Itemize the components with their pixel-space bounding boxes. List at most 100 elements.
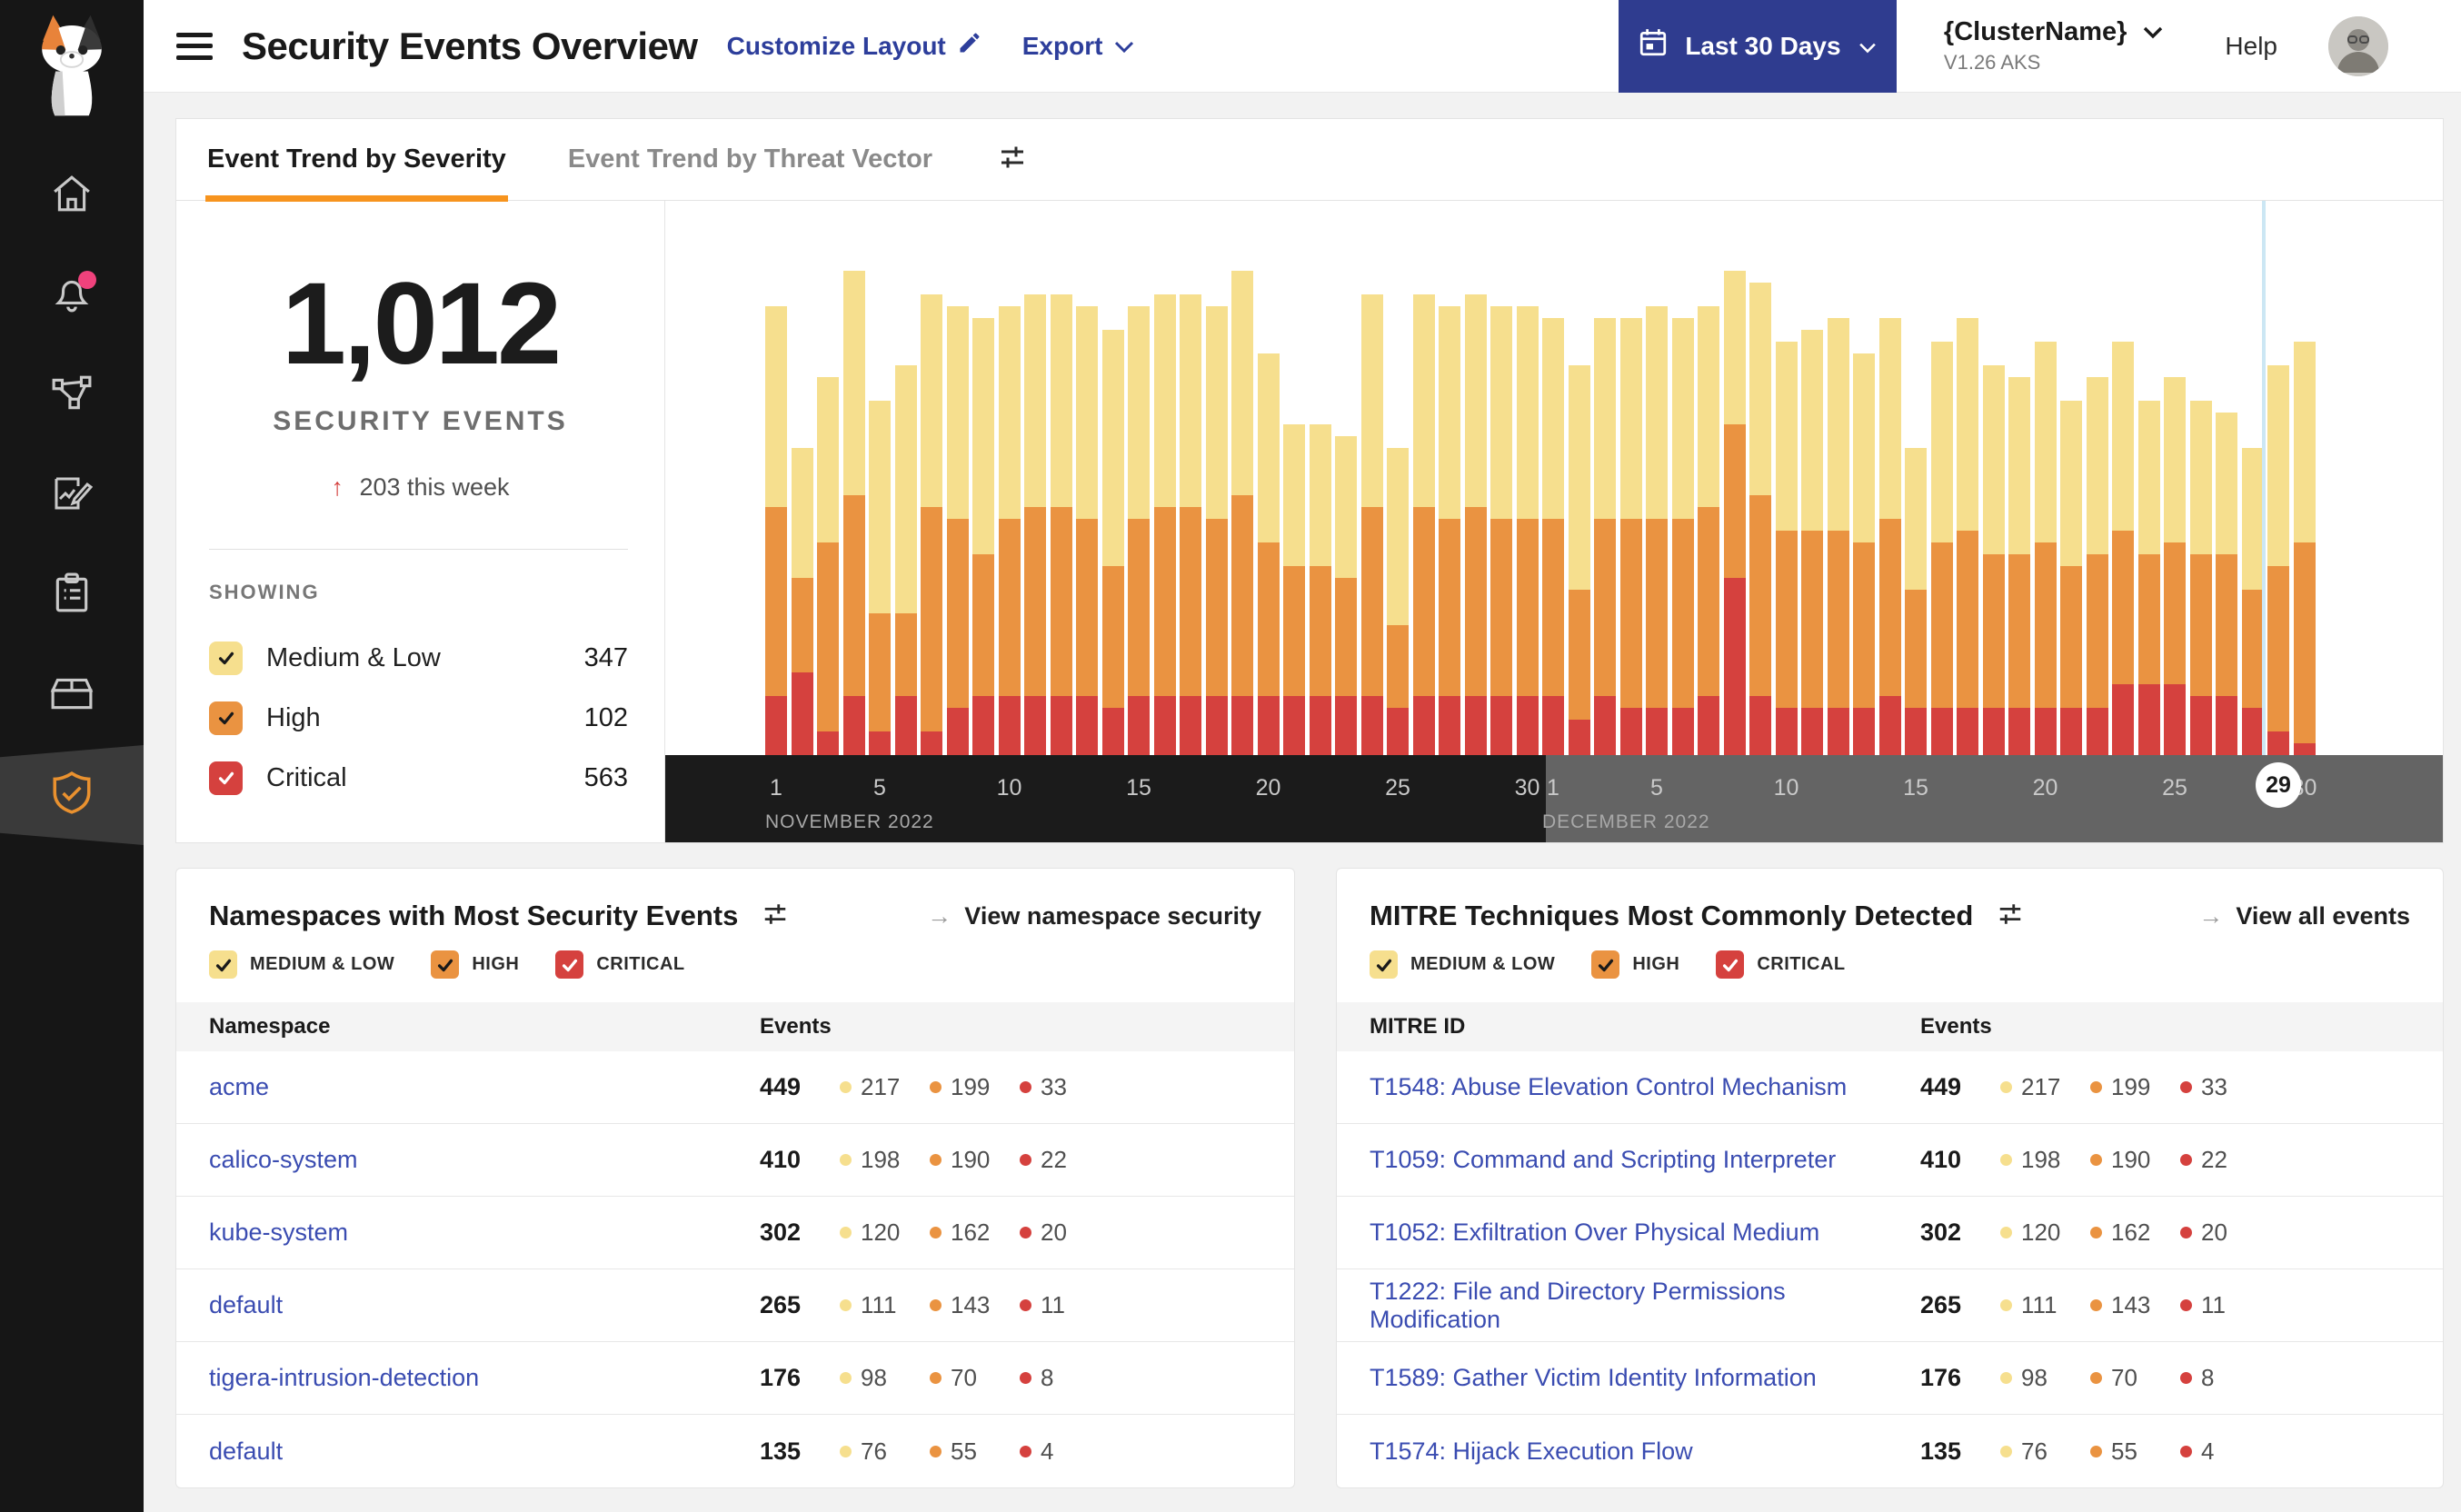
chart-bar-dec-16[interactable] [1930,342,1953,755]
sidebar-item-compliance[interactable] [0,545,144,645]
chart-bar-dec-27[interactable] [2216,413,2237,755]
checkbox-checked-icon[interactable] [1591,950,1620,979]
chart-settings-sliders-icon[interactable] [998,143,1027,176]
severity-filter-high[interactable]: HIGH [431,950,519,979]
chart-bar-dec-6[interactable] [1671,318,1694,755]
chart-bar-nov-8[interactable] [946,306,969,755]
chart-bar-nov-15[interactable] [1128,306,1150,755]
checkbox-checked-icon[interactable] [555,950,584,979]
chart-bar-nov-23[interactable] [1335,436,1357,755]
chart-bar-dec-4[interactable] [1619,318,1642,755]
date-range-button[interactable]: Last 30 Days [1618,0,1897,93]
chart-bar-dec-30[interactable] [2293,342,2316,755]
chart-bar-nov-26[interactable] [1412,294,1435,755]
checkbox-checked-icon[interactable] [431,950,460,979]
chart-bar-dec-17[interactable] [1957,318,1978,755]
chart-bar-dec-25[interactable] [2164,377,2186,755]
chart-bar-dec-24[interactable] [2137,401,2160,755]
checkbox-checked-icon[interactable] [209,641,243,675]
current-day-pill[interactable]: 29 [2256,762,2301,808]
row-link[interactable]: calico-system [209,1146,760,1174]
chart-bar-dec-13[interactable] [1853,353,1875,755]
checkbox-checked-icon[interactable] [1370,950,1398,979]
severity-filter-high[interactable]: HIGH [1591,950,1679,979]
severity-toggle-high[interactable]: High 102 [209,688,628,748]
chart-bar-dec-12[interactable] [1827,318,1849,755]
chart-bar-nov-14[interactable] [1101,330,1124,755]
chart-bar-dec-10[interactable] [1775,342,1798,755]
view-all-events-link[interactable]: → View all events [2198,902,2410,930]
chart-bar-nov-5[interactable] [869,401,891,755]
checkbox-checked-icon[interactable] [209,950,237,979]
chart-bar-nov-20[interactable] [1257,353,1280,755]
chart-bar-nov-1[interactable] [765,306,787,755]
chart-bar-dec-15[interactable] [1905,448,1927,755]
sidebar-item-notifications[interactable] [0,245,144,345]
severity-filter-critical[interactable]: CRITICAL [555,950,684,979]
sidebar-item-home[interactable] [0,145,144,245]
chart-bar-nov-24[interactable] [1360,294,1383,755]
chart-bar-nov-12[interactable] [1050,294,1072,755]
chart-bar-nov-27[interactable] [1439,306,1460,755]
chart-bar-nov-16[interactable] [1153,294,1176,755]
chart-bar-nov-22[interactable] [1309,424,1331,755]
namespaces-settings-sliders-icon[interactable] [762,900,789,932]
chart-bar-nov-17[interactable] [1180,294,1201,755]
cluster-selector[interactable]: {ClusterName} V1.26 AKS [1944,17,2165,75]
checkbox-checked-icon[interactable] [209,761,243,795]
row-link[interactable]: default [209,1291,760,1319]
chart-bar-dec-23[interactable] [2112,342,2134,755]
chart-bar-dec-3[interactable] [1594,318,1616,755]
customize-layout-button[interactable]: Customize Layout [727,30,982,62]
chart-bar-dec-8[interactable] [1723,271,1746,755]
calico-cat-logo[interactable] [0,0,144,118]
severity-toggle-medium_low[interactable]: Medium & Low 347 [209,628,628,688]
chart-bar-nov-25[interactable] [1387,448,1409,755]
hamburger-menu-button[interactable] [176,32,213,60]
chart-bar-dec-18[interactable] [1982,365,2005,755]
chart-bar-dec-19[interactable] [2008,377,2030,755]
chart-bar-dec-7[interactable] [1698,306,1719,755]
row-link[interactable]: default [209,1437,760,1466]
chart-bar-dec-2[interactable] [1568,365,1590,755]
chart-bar-dec-20[interactable] [2034,342,2057,755]
chart-bar-nov-29[interactable] [1490,306,1512,755]
chart-bar-dec-29[interactable] [2267,365,2289,755]
row-link[interactable]: kube-system [209,1219,760,1247]
row-link[interactable]: tigera-intrusion-detection [209,1364,760,1392]
chart-bar-dec-11[interactable] [1801,330,1823,755]
sidebar-item-edit-report[interactable] [0,445,144,545]
user-avatar[interactable] [2328,15,2388,76]
chart-bar-dec-21[interactable] [2060,401,2082,755]
checkbox-checked-icon[interactable] [1716,950,1745,979]
tab-event-trend-by-threat-vector[interactable]: Event Trend by Threat Vector [566,119,934,201]
row-link[interactable]: T1548: Abuse Elevation Control Mechanism [1370,1073,1920,1101]
tab-event-trend-by-severity[interactable]: Event Trend by Severity [205,119,508,202]
chart-bar-nov-2[interactable] [791,448,813,755]
help-link[interactable]: Help [2225,32,2277,61]
chart-bar-dec-1[interactable] [1542,318,1564,755]
chart-bar-dec-28[interactable] [2241,448,2264,755]
chart-bar-nov-7[interactable] [921,294,942,755]
row-link[interactable]: acme [209,1073,760,1101]
chart-bar-nov-4[interactable] [842,271,865,755]
chart-bar-nov-3[interactable] [817,377,839,755]
checkbox-checked-icon[interactable] [209,701,243,735]
chart-bar-dec-9[interactable] [1749,283,1771,755]
export-button[interactable]: Export [1022,32,1136,61]
row-link[interactable]: T1574: Hijack Execution Flow [1370,1437,1920,1466]
chart-bar-nov-6[interactable] [894,365,917,755]
severity-filter-medium-low[interactable]: MEDIUM & LOW [1370,950,1555,979]
severity-filter-medium-low[interactable]: MEDIUM & LOW [209,950,394,979]
chart-bar-dec-26[interactable] [2189,401,2212,755]
chart-bar-nov-18[interactable] [1205,306,1228,755]
row-link[interactable]: T1059: Command and Scripting Interpreter [1370,1146,1920,1174]
chart-bar-nov-28[interactable] [1464,294,1487,755]
sidebar-item-security-events[interactable] [0,745,144,845]
sidebar-item-service-graph[interactable] [0,345,144,445]
chart-bar-nov-19[interactable] [1231,271,1253,755]
chart-bar-nov-21[interactable] [1283,424,1305,755]
chart-bar-nov-10[interactable] [998,306,1021,755]
row-link[interactable]: T1589: Gather Victim Identity Informatio… [1370,1364,1920,1392]
row-link[interactable]: T1052: Exfiltration Over Physical Medium [1370,1219,1920,1247]
